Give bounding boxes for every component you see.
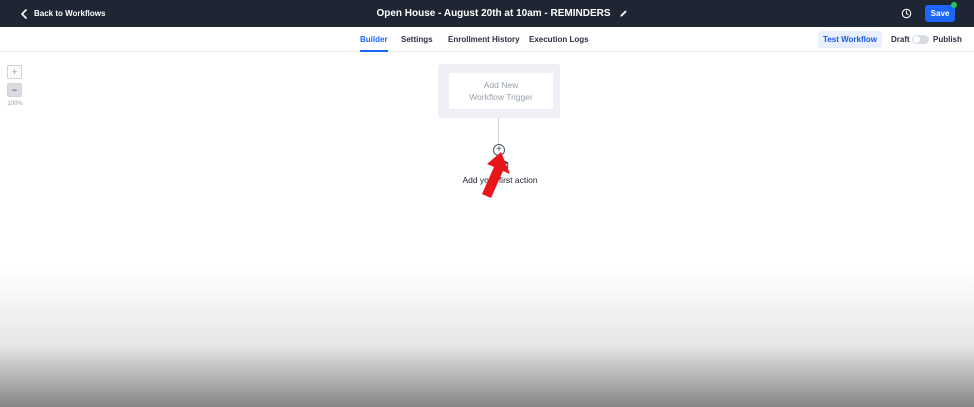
tab-builder[interactable]: Builder xyxy=(360,27,388,52)
trigger-line-1: Add New xyxy=(483,80,519,90)
red-arrow-icon xyxy=(482,152,510,198)
tab-execution-logs[interactable]: Execution Logs xyxy=(529,27,589,52)
zoom-out-button[interactable]: − xyxy=(7,83,22,97)
sub-navigation: Builder Settings Enrollment History Exec… xyxy=(0,27,974,52)
trigger-line-2: Workflow Trigger xyxy=(469,92,533,102)
workflow-title-group: Open House - August 20th at 10am - REMIN… xyxy=(0,0,974,27)
zoom-level: 100% xyxy=(7,101,23,107)
toggle-knob xyxy=(913,36,920,43)
workflow-title: Open House - August 20th at 10am - REMIN… xyxy=(376,8,611,19)
publish-toggle[interactable] xyxy=(912,35,929,44)
add-workflow-trigger-card[interactable]: Add New Workflow Trigger xyxy=(449,73,553,109)
bottom-shade-overlay xyxy=(0,270,974,407)
status-dot xyxy=(951,2,957,8)
publish-label: Publish xyxy=(933,35,962,44)
chevron-left-icon xyxy=(21,8,27,19)
back-link-label: Back to Workflows xyxy=(34,9,106,18)
history-icon[interactable] xyxy=(901,8,912,19)
draft-label: Draft xyxy=(891,35,910,44)
back-to-workflows-link[interactable]: Back to Workflows xyxy=(20,0,105,27)
tab-settings[interactable]: Settings xyxy=(401,27,433,52)
top-bar: Back to Workflows Open House - August 20… xyxy=(0,0,974,27)
save-button[interactable]: Save xyxy=(925,5,955,22)
tab-enrollment-history[interactable]: Enrollment History xyxy=(448,27,520,52)
test-workflow-button[interactable]: Test Workflow xyxy=(818,31,882,48)
zoom-in-button[interactable]: + xyxy=(7,65,22,79)
connector-line xyxy=(498,118,499,144)
pencil-icon[interactable] xyxy=(619,9,628,18)
